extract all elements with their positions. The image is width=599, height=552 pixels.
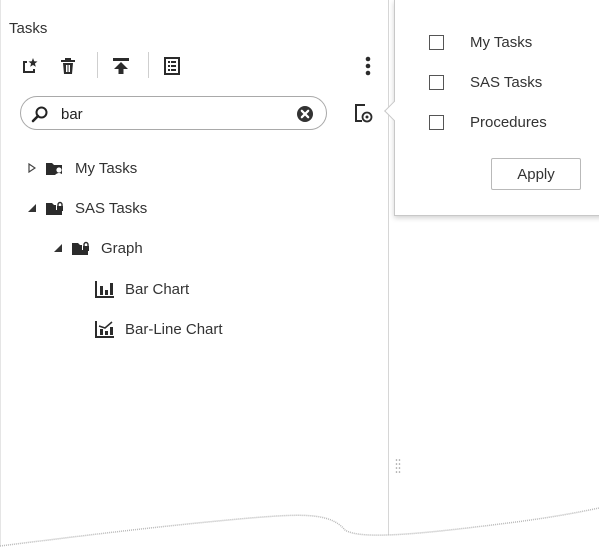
checkbox[interactable] [429, 34, 444, 50]
tree-item-label: Bar Chart [125, 280, 190, 298]
bar-chart-icon [95, 280, 115, 298]
torn-edge [0, 507, 599, 552]
upload-icon[interactable] [111, 56, 131, 76]
splitter-grip-icon[interactable] [395, 458, 401, 474]
delete-icon[interactable] [58, 56, 78, 76]
filter-option-my-tasks[interactable]: My Tasks [429, 31, 532, 53]
checkbox[interactable] [429, 114, 444, 130]
pane-title: Tasks [9, 20, 48, 37]
bar-line-chart-icon [95, 320, 115, 338]
tree-item-bar-chart[interactable]: Bar Chart [95, 276, 189, 302]
toolbar-separator [97, 52, 98, 78]
checkbox[interactable] [429, 74, 444, 90]
tasks-pane: Tasks My Tasks [0, 0, 389, 552]
checkbox-label: Procedures [470, 113, 547, 131]
checkbox-label: My Tasks [470, 33, 533, 51]
properties-icon[interactable] [162, 56, 182, 76]
tree-item-label: Graph [101, 239, 143, 257]
filter-dropdown: My Tasks SAS Tasks Procedures Apply [384, 0, 599, 216]
tree-item-sas-tasks[interactable]: SAS Tasks [27, 195, 147, 221]
tree-item-bar-line-chart[interactable]: Bar-Line Chart [95, 316, 223, 342]
apply-button[interactable]: Apply [491, 158, 581, 190]
filter-option-sas-tasks[interactable]: SAS Tasks [429, 71, 542, 93]
clear-search-icon[interactable] [296, 105, 314, 123]
tree-item-label: My Tasks [75, 159, 138, 177]
expanded-arrow-icon[interactable] [53, 243, 63, 253]
tree-item-label: SAS Tasks [75, 199, 148, 217]
filter-option-procedures[interactable]: Procedures [429, 111, 547, 133]
toolbar-separator [148, 52, 149, 78]
filter-icon[interactable] [353, 102, 373, 124]
tree-item-label: Bar-Line Chart [125, 320, 223, 338]
more-options-icon[interactable] [358, 56, 378, 76]
collapsed-arrow-icon[interactable] [27, 163, 37, 173]
search-input[interactable] [61, 103, 281, 125]
tree-item-graph[interactable]: Graph [53, 235, 143, 261]
locked-folder-icon [71, 239, 91, 257]
search-icon [31, 106, 48, 123]
search-field[interactable] [20, 96, 327, 130]
new-task-icon[interactable] [20, 56, 40, 76]
user-folder-icon [45, 159, 65, 177]
checkbox-label: SAS Tasks [470, 73, 543, 91]
locked-folder-icon [45, 199, 65, 217]
tree-item-my-tasks[interactable]: My Tasks [27, 155, 137, 181]
expanded-arrow-icon[interactable] [27, 203, 37, 213]
